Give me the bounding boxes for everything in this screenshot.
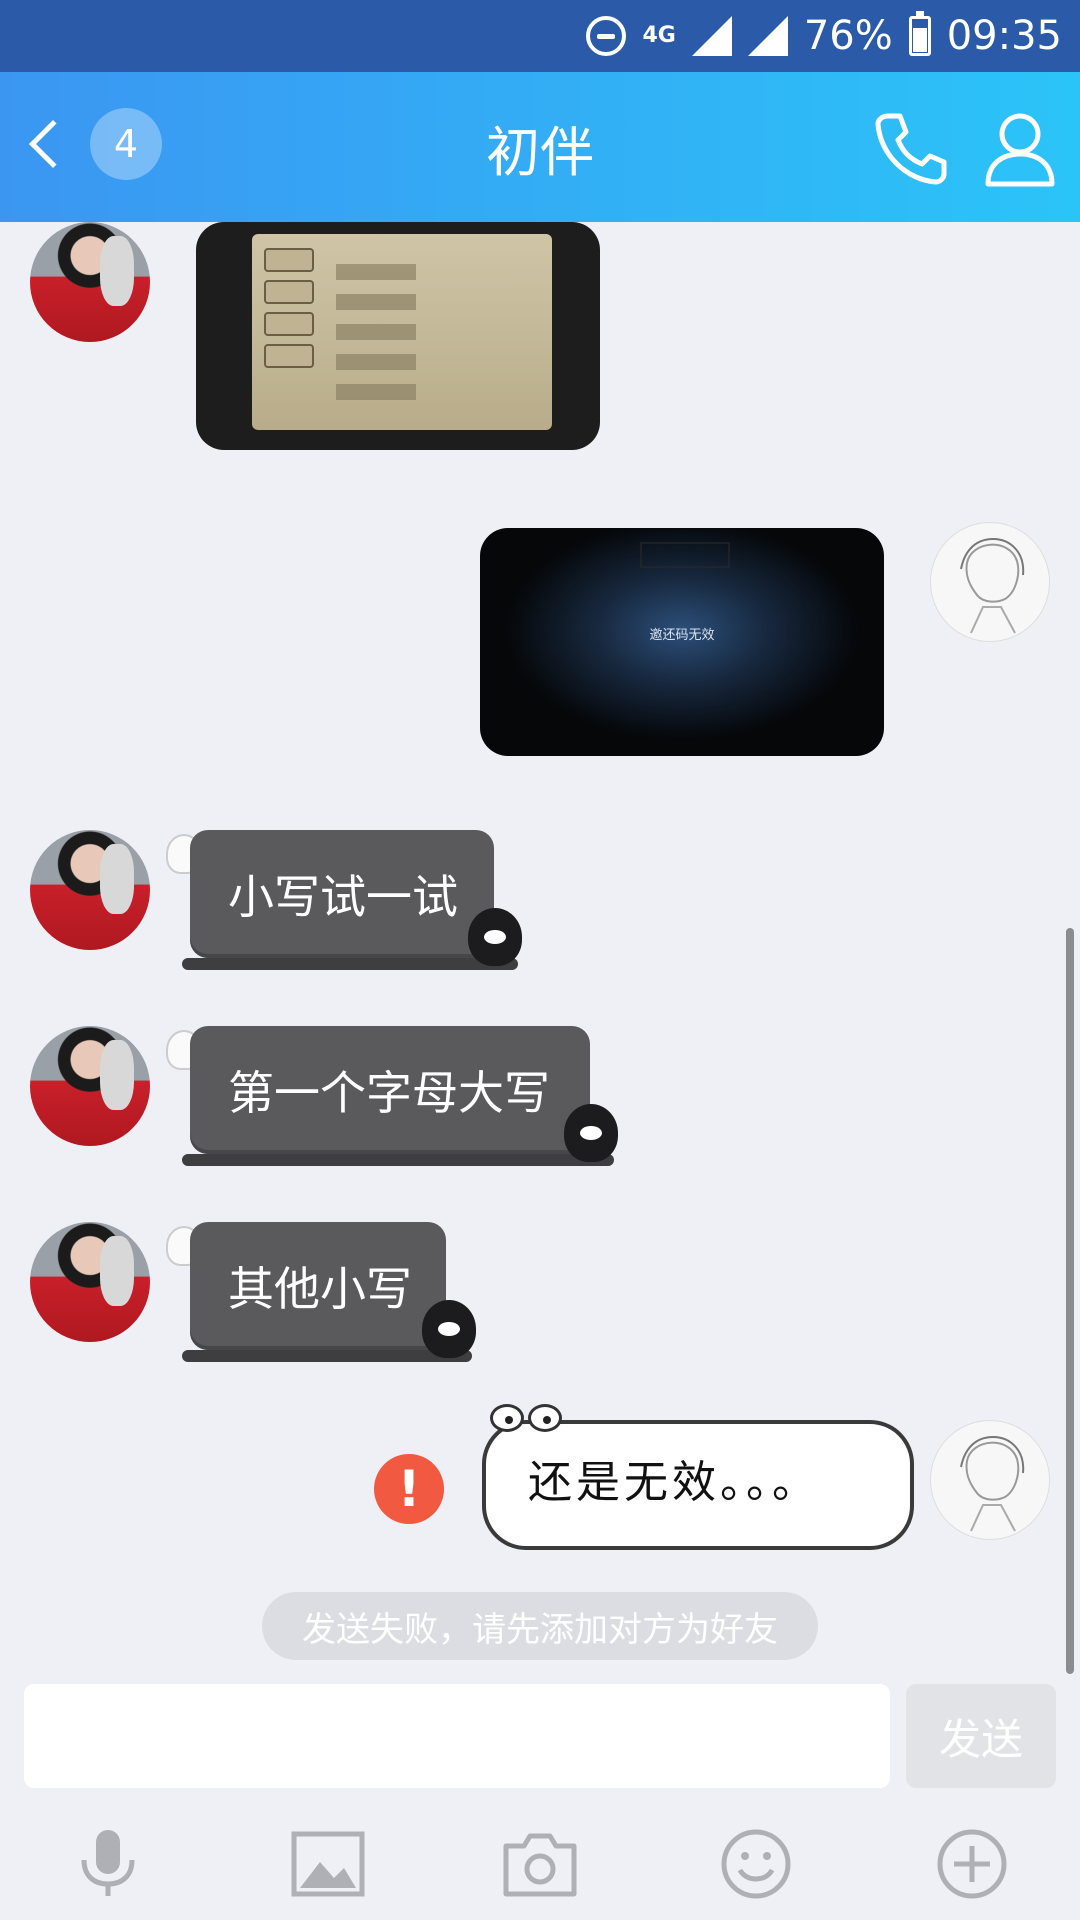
chat-header: 初伴 4 (0, 72, 1080, 222)
cat-decoration-icon (422, 1300, 476, 1358)
system-notice: 发送失败，请先添加对方为好友 (262, 1592, 818, 1660)
microphone-icon[interactable] (68, 1824, 148, 1904)
thumb-line (336, 354, 416, 370)
input-toolbar (0, 1792, 1080, 1920)
send-failed-icon[interactable]: ! (374, 1454, 444, 1524)
sketch-portrait-icon (960, 1435, 1025, 1532)
message-bubble: 还是无效。。。 (528, 1457, 820, 1508)
emoji-icon[interactable] (716, 1824, 796, 1904)
thumb-tab (264, 344, 314, 368)
image-message[interactable] (196, 222, 600, 450)
eye-icon (528, 1404, 562, 1432)
bubble-base (182, 958, 518, 970)
unread-badge: 4 (90, 108, 162, 180)
screenshot-thumbnail (252, 234, 552, 430)
eyes-decoration-icon (490, 1404, 566, 1434)
text-message[interactable]: 小写试一试 (166, 830, 522, 970)
thumb-tab (264, 248, 314, 272)
my-avatar[interactable] (930, 1420, 1050, 1540)
thumb-line (336, 384, 416, 400)
composer: 发送 (0, 1680, 1080, 1792)
contact-avatar[interactable] (30, 830, 150, 950)
contact-avatar[interactable] (30, 1026, 150, 1146)
cat-decoration-icon (468, 908, 522, 966)
person-icon[interactable] (982, 108, 1058, 188)
text-message[interactable]: 其他小写 (166, 1222, 476, 1362)
status-bar: 4G 76% 09:35 (0, 0, 1080, 72)
game-logo (640, 542, 730, 568)
back-arrow-icon (28, 119, 78, 169)
eye-icon (490, 1404, 524, 1432)
contact-avatar[interactable] (30, 222, 150, 342)
signal-icon-2 (747, 16, 788, 56)
thumb-line (336, 264, 416, 280)
thumb-line (336, 324, 416, 340)
text-message[interactable]: 还是无效。。。 (482, 1404, 914, 1550)
message-bubble: 其他小写 (190, 1222, 446, 1350)
message-bubble: 第一个字母大写 (190, 1026, 590, 1154)
thumb-line (336, 294, 416, 310)
contact-avatar[interactable] (30, 1222, 150, 1342)
thumb-tab (264, 280, 314, 304)
sketch-portrait-icon (960, 537, 1025, 634)
my-avatar[interactable] (930, 522, 1050, 642)
scrollbar[interactable] (1066, 928, 1074, 1674)
image-caption: 邀还码无效 (649, 628, 715, 643)
send-button[interactable]: 发送 (906, 1684, 1056, 1788)
bubble-base (182, 1350, 472, 1362)
thumb-tab (264, 312, 314, 336)
battery-icon (908, 11, 931, 56)
do-not-disturb-icon (586, 16, 627, 56)
message-bubble: 小写试一试 (190, 830, 494, 958)
battery-percent: 76% (803, 13, 893, 59)
camera-icon[interactable] (500, 1824, 580, 1904)
cat-decoration-icon (564, 1104, 618, 1162)
clock: 09:35 (946, 13, 1062, 59)
image-message[interactable]: 邀还码无效 (480, 528, 884, 756)
plus-icon[interactable] (932, 1824, 1012, 1904)
bubble-base (182, 1154, 614, 1166)
image-icon[interactable] (288, 1824, 368, 1904)
signal-icon (691, 16, 732, 56)
network-type: 4G (642, 23, 676, 48)
message-input[interactable] (24, 1684, 890, 1788)
back-button[interactable]: 4 (20, 108, 162, 180)
phone-icon[interactable] (870, 108, 950, 188)
text-message[interactable]: 第一个字母大写 (166, 1026, 618, 1166)
